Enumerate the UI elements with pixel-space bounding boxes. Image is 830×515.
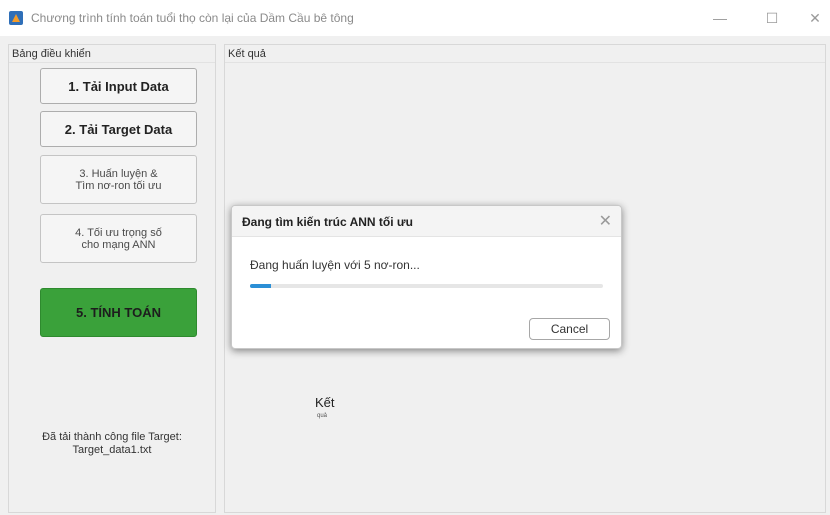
result-label: Kết	[315, 395, 335, 410]
progress-dialog: Đang tìm kiến trúc ANN tối ưu ✕ Đang huấ…	[231, 205, 622, 349]
train-button-label-line1: 3. Huấn luyện &	[79, 167, 158, 180]
status-line-2: Target_data1.txt	[72, 444, 152, 456]
load-target-button[interactable]: 2. Tải Target Data	[40, 111, 197, 147]
window-title: Chương trình tính toán tuổi thọ còn lại …	[31, 11, 354, 25]
control-panel: Bảng điều khiển 1. Tải Input Data 2. Tải…	[8, 44, 216, 513]
result-sublabel: quả	[317, 413, 328, 419]
compute-button[interactable]: 5. TÍNH TOÁN	[40, 288, 197, 337]
cancel-button[interactable]: Cancel	[529, 318, 610, 340]
optimize-button-label-line1: 4. Tối ưu trọng số	[75, 226, 162, 239]
train-button-label-line2: Tìm nơ-ron tối ưu	[75, 179, 162, 192]
results-panel-title: Kết quả	[225, 45, 825, 63]
status-message: Đã tải thành công file Target: Target_da…	[9, 431, 215, 457]
close-icon[interactable]: ✕	[599, 211, 612, 231]
control-panel-title: Bảng điều khiển	[9, 45, 215, 63]
load-input-button[interactable]: 1. Tải Input Data	[40, 68, 197, 104]
minimize-button[interactable]: —	[700, 6, 740, 30]
optimize-weights-button[interactable]: 4. Tối ưu trọng số cho mạng ANN	[40, 214, 197, 263]
dialog-message: Đang huấn luyện với 5 nơ-ron...	[250, 258, 420, 272]
maximize-button[interactable]: ☐	[752, 6, 792, 30]
train-button[interactable]: 3. Huấn luyện & Tìm nơ-ron tối ưu	[40, 155, 197, 204]
title-bar: Chương trình tính toán tuổi thọ còn lại …	[0, 0, 830, 36]
close-window-button[interactable]: ✕	[795, 6, 830, 30]
matlab-icon	[9, 11, 23, 25]
dialog-title: Đang tìm kiến trúc ANN tối ưu	[242, 215, 413, 229]
progress-bar	[250, 284, 603, 288]
progress-fill	[250, 284, 272, 288]
status-line-1: Đã tải thành công file Target:	[42, 431, 182, 443]
dialog-header: Đang tìm kiến trúc ANN tối ưu ✕	[232, 206, 621, 237]
optimize-button-label-line2: cho mạng ANN	[81, 238, 156, 251]
